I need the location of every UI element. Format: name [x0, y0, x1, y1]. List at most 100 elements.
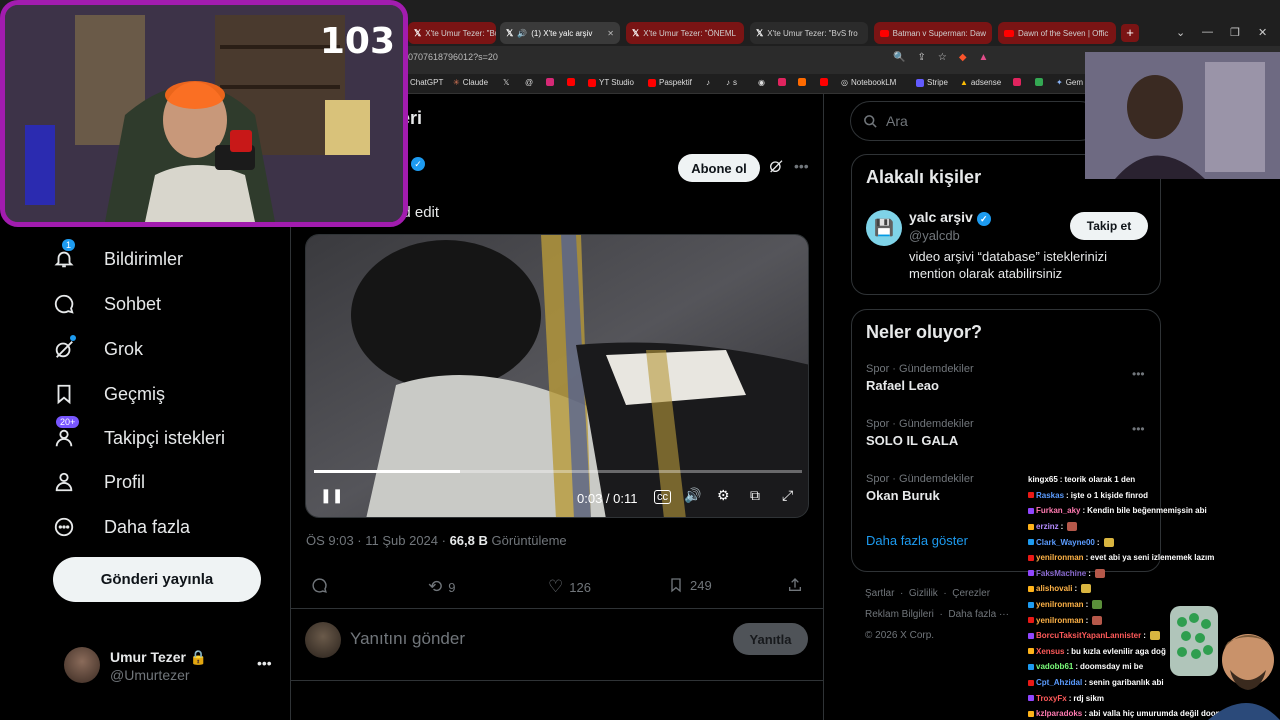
close-tab-icon[interactable]: ✕ [607, 29, 614, 38]
like-action[interactable]: ♡ 126 [548, 577, 591, 597]
chevron-down-icon[interactable]: ⌄ [1176, 26, 1185, 39]
footer-link[interactable]: Reklam Bilgileri [865, 609, 934, 620]
app-icon[interactable] [1013, 78, 1021, 86]
grok-explain-icon[interactable] [768, 158, 784, 179]
footer-link[interactable]: Çerezler [952, 588, 990, 599]
pause-icon[interactable]: ❚❚ [320, 487, 343, 504]
new-tab-button[interactable]: + [1121, 24, 1139, 42]
chat-username[interactable]: alishovali [1036, 584, 1072, 593]
trend-item[interactable]: Spor · Gündemdekiler SOLO IL GALA [866, 418, 974, 448]
app-icon[interactable] [1035, 78, 1043, 86]
zoom-icon[interactable]: 🔍 [893, 52, 905, 63]
bookmark-item[interactable]: YT Studio [588, 78, 634, 87]
settings-gear-icon[interactable]: ⚙ [717, 487, 730, 504]
tweet-timestamp[interactable]: ÖS 9:03 · 11 Şub 2024 · [306, 533, 450, 548]
chat-username[interactable]: kingx65 [1028, 475, 1058, 484]
chat-username[interactable]: erzinz [1036, 522, 1059, 531]
subscribe-button[interactable]: Abone ol [678, 154, 760, 182]
star-icon[interactable]: ☆ [938, 52, 947, 63]
footer-link[interactable]: Gizlilik [909, 588, 938, 599]
chat-username[interactable]: Xensus [1036, 647, 1064, 656]
more-dots-icon[interactable]: ••• [794, 158, 809, 174]
bookmark-action[interactable]: 249 [668, 577, 712, 593]
instagram-icon[interactable] [546, 78, 554, 86]
youtube-icon[interactable] [820, 78, 828, 86]
minimize-icon[interactable]: — [1202, 26, 1213, 38]
close-window-icon[interactable]: ✕ [1258, 26, 1267, 39]
tiktok-icon[interactable]: ♪ [706, 78, 710, 87]
bookmark-item[interactable]: ✦ Gem [1056, 78, 1083, 87]
chat-username[interactable]: kzlparadoks [1036, 709, 1082, 718]
sidebar-item-more[interactable]: Daha fazla [52, 512, 190, 542]
bookmark-item[interactable]: Paspektif [648, 78, 692, 87]
browser-tab[interactable]: Batman v Superman: Daw [874, 22, 992, 44]
chat-username[interactable]: Raskas [1036, 491, 1064, 500]
sidebar-item-chat[interactable]: Sohbet [52, 289, 161, 319]
chat-username[interactable]: Cpt_Ahzidal [1036, 678, 1082, 687]
video-progress-bar[interactable] [314, 470, 802, 473]
search-input[interactable]: Ara [850, 101, 1100, 141]
account-switcher[interactable]: Umur Tezer 🔒 @Umurtezer ••• [64, 647, 274, 687]
reply-input[interactable]: Yanıtını gönder [350, 629, 465, 649]
sidebar-item-follow-requests[interactable]: 20+ Takipçi istekleri [52, 416, 225, 453]
avatar[interactable]: 💾 [866, 210, 902, 246]
follow-button[interactable]: Takip et [1070, 212, 1148, 240]
fullscreen-icon[interactable]: ⤢ [782, 487, 793, 504]
browser-tab[interactable]: Dawn of the Seven | Offic [998, 22, 1116, 44]
tab-label: X'te Umur Tezer: "BvS fro [767, 28, 858, 38]
post-button[interactable]: Gönderi yayınla [53, 557, 261, 602]
chat-username[interactable]: Furkan_aky [1036, 506, 1080, 515]
bookmark-item[interactable]: ◎ NotebookLM [841, 78, 896, 87]
sidebar-item-bookmarks[interactable]: Geçmiş [52, 379, 165, 409]
bookmark-item[interactable]: Stripe [916, 78, 948, 87]
share-action[interactable] [787, 577, 803, 593]
chat-username[interactable]: FaksMachine [1036, 569, 1086, 578]
chat-username[interactable]: yenilronman [1036, 616, 1084, 625]
sidebar-item-grok[interactable]: Grok [52, 334, 143, 364]
sidebar-item-notifications[interactable]: 1 Bildirimler [52, 239, 183, 274]
sidebar-item-profile[interactable]: Profil [52, 467, 145, 497]
chat-username[interactable]: yenilronman [1036, 553, 1084, 562]
chat-username[interactable]: TroxyFx [1036, 694, 1067, 703]
bookmark-item[interactable]: ✳ Claude [453, 78, 488, 87]
restore-icon[interactable]: ❐ [1230, 26, 1240, 39]
show-more-link[interactable]: Daha fazla göster [866, 533, 968, 548]
browser-tab[interactable]: 𝕏X'te Umur Tezer: "Bu h [408, 22, 496, 44]
reply-action[interactable] [311, 577, 328, 594]
browser-tab[interactable]: 𝕏 X'te Umur Tezer: "ÖNEML [626, 22, 744, 44]
url-field[interactable]: 07076187960​12?s=20 [408, 52, 498, 62]
browser-tab-active[interactable]: 𝕏 🔊 (1) X'te yalc arşiv ✕ [500, 22, 620, 44]
chat-username[interactable]: BorcuTaksitYapanLannister [1036, 631, 1141, 640]
browser-tab[interactable]: 𝕏 X'te Umur Tezer: "BvS fro [750, 22, 868, 44]
chat-username[interactable]: Clark_Wayne00 [1036, 538, 1095, 547]
picture-in-picture-icon[interactable]: ⧉ [750, 487, 760, 504]
footer-link[interactable]: Şartlar [865, 588, 894, 599]
more-dots-icon[interactable]: ••• [1132, 367, 1145, 381]
chat-username[interactable]: vadobb61 [1036, 662, 1073, 671]
bookmark-item[interactable]: ▲ adsense [960, 78, 1001, 87]
brave-rewards-icon[interactable]: ▲ [979, 52, 989, 63]
bookmark-item[interactable]: ChatGPT [410, 78, 443, 87]
user-name[interactable]: yalc arşiv ✓ [909, 209, 991, 226]
retweet-action[interactable]: ⟲ 9 [428, 577, 455, 597]
more-dots-icon[interactable]: ••• [257, 655, 272, 671]
reply-button[interactable]: Yanıtla [733, 623, 808, 655]
trend-item[interactable]: Spor · Gündemdekiler Rafael Leao [866, 363, 974, 393]
more-dots-icon[interactable]: ••• [1132, 422, 1145, 436]
youtube-icon[interactable] [567, 78, 575, 86]
trend-item[interactable]: Spor · Gündemdekiler Okan Buruk [866, 473, 974, 503]
footer-link[interactable]: Daha fazla [948, 609, 996, 620]
chrome-icon[interactable]: ◉ [758, 78, 765, 87]
x-bookmark-icon[interactable]: 𝕏 [503, 78, 509, 87]
app-icon[interactable] [798, 78, 806, 86]
app-icon[interactable] [778, 78, 786, 86]
threads-icon[interactable]: @ [525, 78, 533, 87]
chat-username[interactable]: yenilronman [1036, 600, 1084, 609]
bookmark-item[interactable]: ♪ s [726, 78, 737, 87]
share-icon[interactable]: ⇪ [917, 52, 925, 63]
brave-shield-icon[interactable]: ◆ [959, 52, 967, 63]
video-player[interactable]: ❚❚ 0:03 / 0:11 cc 🔊 ⚙ ⧉ ⤢ [305, 234, 809, 518]
volume-icon[interactable]: 🔊 [684, 487, 701, 504]
captions-icon[interactable]: cc [654, 490, 671, 504]
tab-label: (1) X'te yalc arşiv [531, 28, 593, 38]
